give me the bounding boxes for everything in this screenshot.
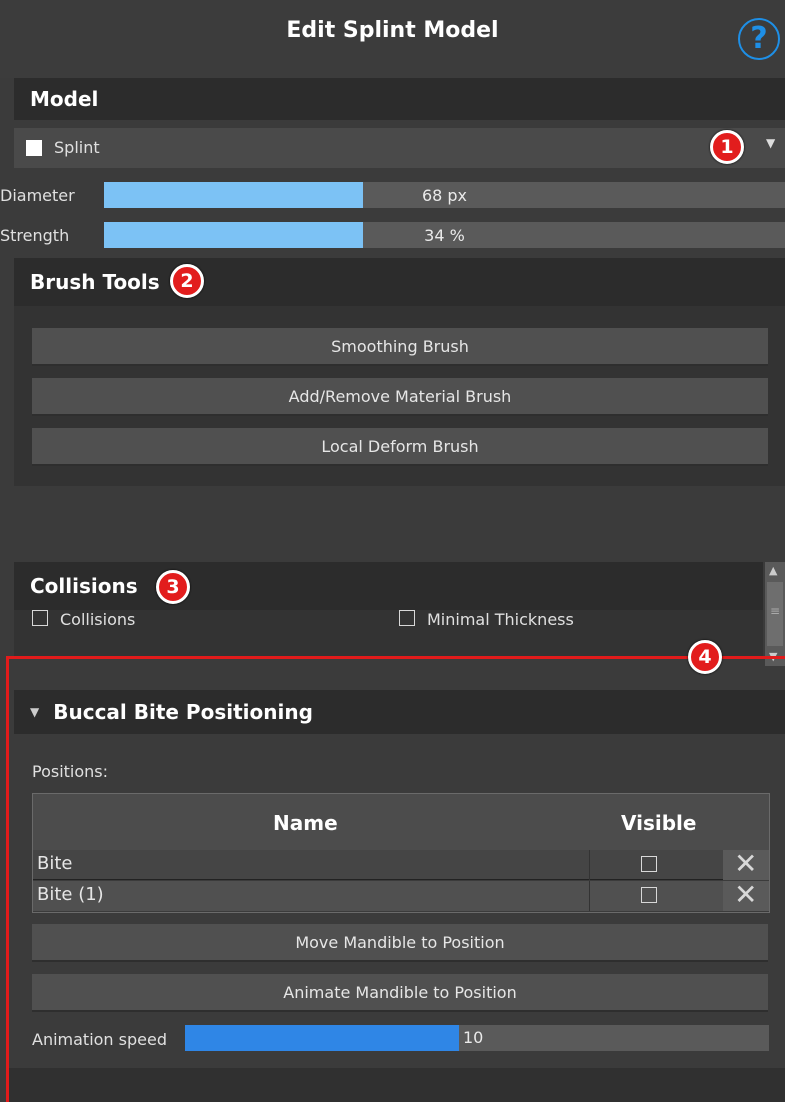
move-mandible-button[interactable]: Move Mandible to Position [32, 924, 768, 962]
scrollbar-thumb[interactable]: ≡ [767, 582, 783, 646]
minimal-thickness-option-label: Minimal Thickness [427, 610, 574, 629]
collisions-option-label: Collisions [60, 610, 136, 629]
close-icon: ✕ [734, 847, 758, 880]
diameter-value: 68 px [421, 186, 468, 205]
annotation-badge-2: 2 [170, 264, 204, 298]
animation-speed-value: 10 [463, 1028, 484, 1047]
help-icon[interactable]: ? [738, 18, 780, 60]
delete-button[interactable]: ✕ [723, 878, 769, 911]
strength-label: Strength [0, 226, 70, 245]
brush-tools-section-header: Brush Tools [14, 258, 785, 306]
row-name: Bite (1) [37, 884, 104, 905]
diameter-slider[interactable]: 68 px [104, 182, 785, 208]
cell-divider [589, 850, 590, 880]
window-title: Edit Splint Model [286, 18, 499, 43]
diameter-label: Diameter [0, 186, 75, 205]
strength-slider[interactable]: 34 % [104, 222, 785, 248]
add-remove-material-brush-button[interactable]: Add/Remove Material Brush [32, 378, 768, 416]
model-header-label: Model [30, 87, 99, 111]
splint-checkbox[interactable] [26, 140, 42, 156]
strength-value: 34 % [424, 226, 465, 245]
minimal-thickness-checkbox[interactable] [399, 610, 415, 626]
collisions-checkbox[interactable] [32, 610, 48, 626]
smoothing-brush-button[interactable]: Smoothing Brush [32, 328, 768, 366]
local-deform-brush-button[interactable]: Local Deform Brush [32, 428, 768, 466]
table-row[interactable]: Bite ✕ [33, 847, 769, 880]
delete-button[interactable]: ✕ [723, 847, 769, 880]
visible-checkbox[interactable] [641, 887, 657, 903]
animation-speed-fill [185, 1025, 459, 1051]
buccal-section-header[interactable]: ▼ Buccal Bite Positioning [14, 690, 785, 734]
collisions-section-header: Collisions [14, 562, 763, 610]
row-name: Bite [37, 853, 73, 874]
column-header-visible[interactable]: Visible [621, 811, 696, 835]
annotation-badge-4: 4 [688, 640, 722, 674]
chevron-down-icon[interactable]: ▼ [766, 136, 775, 150]
animation-speed-label: Animation speed [32, 1030, 167, 1049]
brush-tools-header-label: Brush Tools [30, 270, 160, 294]
buccal-header-label: Buccal Bite Positioning [53, 700, 313, 724]
table-header-row: Name Visible [33, 794, 769, 850]
model-selector[interactable]: Splint ▼ [14, 128, 785, 168]
visible-checkbox[interactable] [641, 856, 657, 872]
cell-divider [589, 881, 590, 911]
positions-label: Positions: [32, 762, 109, 781]
vertical-scrollbar[interactable]: ▲ ≡ ▼ [765, 562, 785, 666]
scroll-up-icon[interactable]: ▲ [769, 564, 777, 577]
close-icon: ✕ [734, 878, 758, 911]
annotation-badge-3: 3 [156, 570, 190, 604]
column-header-name[interactable]: Name [273, 811, 338, 835]
collisions-header-label: Collisions [30, 574, 138, 598]
animate-mandible-button[interactable]: Animate Mandible to Position [32, 974, 768, 1012]
annotation-badge-1: 1 [710, 130, 744, 164]
grip-icon: ≡ [770, 604, 781, 618]
collapse-triangle-icon[interactable]: ▼ [30, 705, 39, 719]
positions-table: Name Visible Bite ✕ Bite (1) ✕ [32, 793, 770, 913]
table-row[interactable]: Bite (1) ✕ [33, 878, 769, 911]
collisions-panel: Collisions Minimal Thickness [14, 610, 763, 656]
animation-speed-slider[interactable]: 10 [185, 1025, 769, 1051]
splint-label: Splint [54, 138, 100, 157]
model-section-header: Model [14, 78, 785, 120]
footer-area [9, 1068, 785, 1102]
